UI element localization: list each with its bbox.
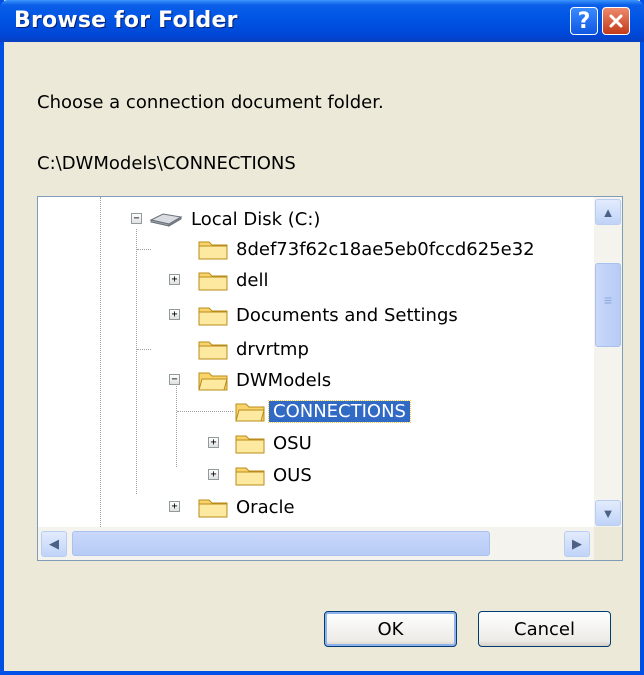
folder-icon <box>235 467 265 486</box>
vertical-scroll-thumb[interactable]: ≡ <box>595 263 621 347</box>
title-bar[interactable]: Browse for Folder ? <box>0 0 644 42</box>
help-button[interactable]: ? <box>570 7 598 35</box>
folder-icon <box>198 272 228 291</box>
folder-open-icon <box>235 403 265 422</box>
scroll-right-button[interactable]: ▶ <box>564 531 590 557</box>
selected-path: C:\DWModels\CONNECTIONS <box>37 153 296 174</box>
folder-open-icon <box>198 372 228 391</box>
help-icon: ? <box>577 8 591 34</box>
tree-item-label-selected: CONNECTIONS <box>268 399 411 423</box>
vertical-scrollbar[interactable]: ▲ ≡ ▼ <box>594 197 622 528</box>
tree-item-hash-folder[interactable]: 8def73f62c18ae5eb0fccd625e32 <box>198 235 539 263</box>
folder-icon <box>198 307 228 326</box>
chevron-up-icon: ▲ <box>601 204 615 220</box>
tree-item-oracle[interactable]: + Oracle <box>169 493 299 521</box>
tree-guide-line <box>136 229 137 494</box>
tree-item-label: drvrtmp <box>236 338 309 360</box>
scroll-left-button[interactable]: ◀ <box>41 531 67 557</box>
chevron-right-icon: ▶ <box>572 536 582 551</box>
folder-icon <box>198 341 228 360</box>
collapse-toggle[interactable]: − <box>169 374 180 385</box>
tree-item-osu[interactable]: + OSU <box>208 429 316 457</box>
tree-item-label: OUS <box>273 464 312 486</box>
cancel-button[interactable]: Cancel <box>478 611 611 647</box>
tree-connector <box>137 249 151 250</box>
browse-for-folder-dialog: Browse for Folder ? Choose a connection … <box>0 0 644 675</box>
tree-item-drvrtmp[interactable]: drvrtmp <box>198 335 313 363</box>
expand-toggle[interactable]: + <box>208 469 219 480</box>
tree-connector <box>177 411 233 412</box>
grip-icon: ≡ <box>603 292 613 308</box>
collapse-toggle[interactable]: − <box>131 213 142 224</box>
tree-item-dell[interactable]: + dell <box>169 266 273 294</box>
tree-item-label: Oracle <box>236 496 295 518</box>
scroll-down-button[interactable]: ▼ <box>595 500 621 526</box>
tree-item-label: Local Disk (C:) <box>191 208 321 230</box>
tree-item-dwmodels[interactable]: − DWModels <box>169 366 335 394</box>
folder-icon <box>235 435 265 454</box>
expand-toggle[interactable]: + <box>208 437 219 448</box>
tree-item-label: dell <box>236 269 269 291</box>
scrollbar-corner <box>594 527 622 560</box>
horizontal-scroll-thumb[interactable] <box>72 531 490 556</box>
tree-item-label: Documents and Settings <box>236 304 458 326</box>
folder-tree[interactable]: − Local Disk (C:) 8def73f62c18ae5eb0fccd… <box>37 196 623 561</box>
chevron-left-icon: ◀ <box>49 536 59 551</box>
tree-guide-line <box>100 197 101 527</box>
tree-item-label: 8def73f62c18ae5eb0fccd625e32 <box>236 238 535 260</box>
tree-connector <box>137 349 151 350</box>
expand-toggle[interactable]: + <box>169 309 180 320</box>
hard-drive-icon <box>149 213 183 227</box>
chevron-down-icon: ▼ <box>601 505 615 521</box>
scroll-up-button[interactable]: ▲ <box>595 199 621 225</box>
close-button[interactable] <box>602 7 630 35</box>
expand-toggle[interactable]: + <box>169 501 180 512</box>
ok-button[interactable]: OK <box>324 611 457 647</box>
tree-item-local-disk[interactable]: − Local Disk (C:) <box>131 205 324 233</box>
tree-item-connections[interactable]: CONNECTIONS <box>235 397 411 425</box>
folder-icon <box>198 499 228 518</box>
expand-toggle[interactable]: + <box>169 274 180 285</box>
tree-item-label: OSU <box>273 432 312 454</box>
close-icon <box>609 14 623 28</box>
horizontal-scrollbar[interactable]: ◀ ▶ <box>38 527 622 560</box>
tree-item-ous[interactable]: + OUS <box>208 461 316 489</box>
instruction-text: Choose a connection document folder. <box>37 92 384 113</box>
tree-item-label: DWModels <box>236 369 332 391</box>
folder-icon <box>198 241 228 260</box>
dialog-title: Browse for Folder <box>14 8 238 33</box>
tree-item-documents-and-settings[interactable]: + Documents and Settings <box>169 301 462 329</box>
